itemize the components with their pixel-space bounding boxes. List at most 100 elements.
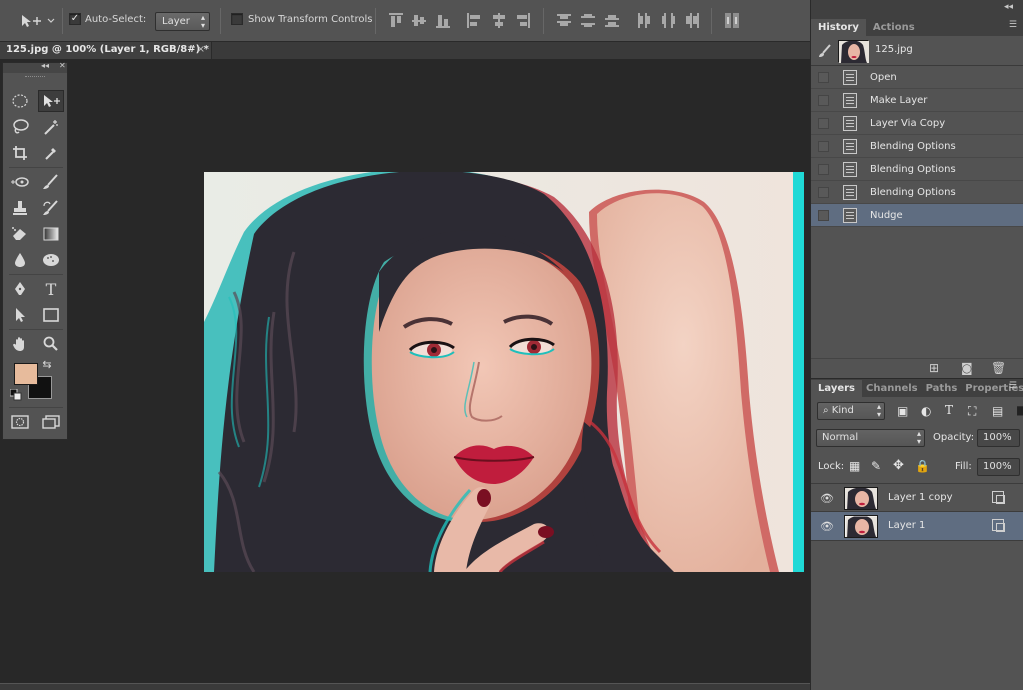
- align-vertical-centers-icon[interactable]: [412, 13, 426, 28]
- distribute-vertical-centers-icon[interactable]: [581, 13, 595, 28]
- opacity-field[interactable]: 100%: [977, 429, 1020, 447]
- tab-actions[interactable]: Actions: [866, 19, 922, 36]
- layer-name[interactable]: Layer 1: [888, 520, 925, 531]
- default-colors-icon[interactable]: [9, 389, 23, 401]
- pen-tool-icon[interactable]: [7, 278, 33, 300]
- type-tool-icon[interactable]: T: [38, 278, 64, 300]
- separator: [711, 8, 712, 34]
- auto-select-checkbox[interactable]: ✓: [69, 13, 81, 25]
- layer-row-selected[interactable]: 👁 Layer 1: [811, 512, 1023, 541]
- panel-menu-icon[interactable]: ☰: [1009, 20, 1017, 30]
- auto-align-layers-icon[interactable]: [725, 13, 739, 28]
- filter-adjustment-layers-icon[interactable]: ◐: [921, 404, 931, 418]
- distribute-bottom-edges-icon[interactable]: [605, 13, 619, 28]
- tab-layers[interactable]: Layers: [811, 380, 862, 397]
- close-document-icon[interactable]: ×: [197, 44, 205, 55]
- history-state-checkbox[interactable]: [818, 118, 829, 129]
- distribute-right-edges-icon[interactable]: [685, 13, 699, 28]
- blend-mode-dropdown[interactable]: Normal ▴ ▾: [816, 429, 925, 447]
- rectangle-tool-icon[interactable]: [38, 304, 64, 326]
- auto-select-option[interactable]: ✓ Auto-Select:: [69, 13, 146, 25]
- history-state[interactable]: Blending Options: [811, 135, 1023, 158]
- lock-all-icon[interactable]: 🔒: [915, 459, 930, 473]
- canvas-image[interactable]: [204, 172, 804, 572]
- filter-smart-objects-icon[interactable]: ▤: [992, 404, 1003, 418]
- crop-tool-icon[interactable]: [7, 142, 33, 164]
- magic-wand-tool-icon[interactable]: [38, 116, 64, 138]
- tools-panel-header[interactable]: ◂◂ ✕: [3, 61, 67, 73]
- foreground-color-swatch[interactable]: [14, 363, 38, 385]
- tool-preset-picker[interactable]: [18, 11, 58, 31]
- eraser-tool-icon[interactable]: [7, 223, 33, 245]
- distribute-left-edges-icon[interactable]: [637, 13, 651, 28]
- history-state-checkbox[interactable]: [818, 72, 829, 83]
- history-state-checkbox[interactable]: [818, 141, 829, 152]
- close-panel-icon[interactable]: ✕: [59, 61, 66, 70]
- show-transform-controls-checkbox[interactable]: [231, 13, 243, 25]
- collapse-icon[interactable]: ◂◂: [41, 61, 49, 70]
- hand-tool-icon[interactable]: [7, 333, 33, 355]
- tab-paths[interactable]: Paths: [922, 380, 962, 397]
- align-right-edges-icon[interactable]: [516, 13, 530, 28]
- filter-type-layers-icon[interactable]: T: [945, 403, 953, 417]
- history-state-checkbox[interactable]: [818, 210, 829, 221]
- zoom-tool-icon[interactable]: [38, 333, 64, 355]
- document-tab[interactable]: 125.jpg @ 100% (Layer 1, RGB/8#) * ×: [0, 42, 212, 59]
- lock-position-icon[interactable]: ✥: [893, 458, 904, 473]
- history-brush-tool-icon[interactable]: [38, 197, 64, 219]
- clone-stamp-tool-icon[interactable]: [7, 197, 33, 219]
- visibility-eye-icon[interactable]: 👁: [820, 492, 834, 505]
- lock-image-pixels-icon[interactable]: ✎: [871, 459, 881, 473]
- spot-healing-brush-tool-icon[interactable]: [7, 171, 33, 193]
- filter-toggle-icon[interactable]: ■: [1016, 403, 1023, 417]
- show-transform-controls-option[interactable]: Show Transform Controls: [231, 13, 372, 25]
- history-state[interactable]: Open: [811, 66, 1023, 89]
- history-state-checkbox[interactable]: [818, 187, 829, 198]
- align-bottom-edges-icon[interactable]: [436, 13, 450, 28]
- align-horizontal-centers-icon[interactable]: [492, 13, 506, 28]
- history-brush-source-icon[interactable]: [818, 44, 832, 58]
- distribute-horizontal-centers-icon[interactable]: [661, 13, 675, 28]
- trash-icon[interactable]: 🗑: [991, 361, 1006, 375]
- distribute-top-edges-icon[interactable]: [557, 13, 571, 28]
- filter-kind-dropdown[interactable]: ⌕ Kind ▴ ▾: [817, 402, 885, 420]
- gradient-tool-icon[interactable]: [38, 223, 64, 245]
- panel-grip[interactable]: [3, 73, 67, 81]
- history-state-selected[interactable]: Nudge: [811, 204, 1023, 227]
- lock-transparent-pixels-icon[interactable]: ▦: [849, 459, 860, 473]
- history-snapshot[interactable]: 125.jpg: [811, 36, 1023, 66]
- tab-channels[interactable]: Channels: [862, 380, 922, 397]
- dock-header[interactable]: ◂◂: [810, 0, 1023, 18]
- rectangular-marquee-tool-icon[interactable]: [7, 90, 33, 112]
- collapse-dock-icon[interactable]: ◂◂: [1004, 2, 1013, 12]
- blur-tool-icon[interactable]: [7, 249, 33, 271]
- history-state[interactable]: Make Layer: [811, 89, 1023, 112]
- align-left-edges-icon[interactable]: [467, 13, 481, 28]
- layer-name[interactable]: Layer 1 copy: [888, 492, 952, 503]
- panel-menu-icon[interactable]: ☰: [1009, 381, 1017, 391]
- quick-mask-icon[interactable]: [7, 411, 33, 433]
- history-state[interactable]: Layer Via Copy: [811, 112, 1023, 135]
- brush-tool-icon[interactable]: [38, 171, 64, 193]
- swap-colors-icon[interactable]: ⇆: [39, 357, 55, 371]
- history-state-checkbox[interactable]: [818, 164, 829, 175]
- screen-mode-icon[interactable]: [38, 411, 64, 433]
- align-top-edges-icon[interactable]: [389, 13, 403, 28]
- move-tool-icon[interactable]: [38, 90, 64, 112]
- lasso-tool-icon[interactable]: [7, 116, 33, 138]
- layer-row[interactable]: 👁 Layer 1 copy: [811, 483, 1023, 512]
- sponge-tool-icon[interactable]: [38, 249, 64, 271]
- filter-pixel-layers-icon[interactable]: ▣: [897, 404, 908, 418]
- filter-shape-layers-icon[interactable]: ⛶: [968, 404, 976, 419]
- history-state-checkbox[interactable]: [818, 95, 829, 106]
- eyedropper-tool-icon[interactable]: [38, 142, 64, 164]
- fill-field[interactable]: 100%: [977, 458, 1020, 476]
- auto-select-target-dropdown[interactable]: Layer ▴ ▾: [155, 12, 210, 31]
- new-snapshot-icon[interactable]: ◙: [961, 361, 973, 375]
- history-state[interactable]: Blending Options: [811, 158, 1023, 181]
- visibility-eye-icon[interactable]: 👁: [820, 520, 834, 533]
- path-selection-tool-icon[interactable]: [7, 304, 33, 326]
- new-document-from-state-icon[interactable]: ⊞: [929, 361, 939, 375]
- history-state[interactable]: Blending Options: [811, 181, 1023, 204]
- tab-history[interactable]: History: [811, 19, 866, 36]
